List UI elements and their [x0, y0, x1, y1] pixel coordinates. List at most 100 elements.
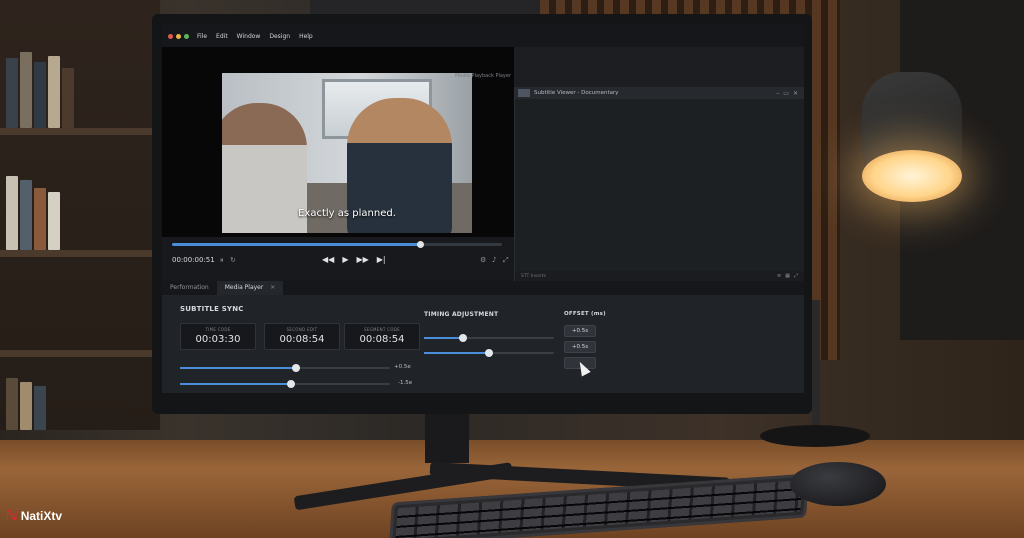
books-row [6, 372, 106, 430]
current-time: 00:00:00:51 [172, 256, 215, 264]
slider-handle[interactable] [485, 349, 493, 357]
subtitle-overlay: Exactly as planned. [298, 208, 396, 219]
mouse [790, 462, 886, 506]
subtitle-sync-title: SUBTITLE SYNC [180, 305, 244, 313]
volume-icon[interactable]: ♪ [492, 256, 496, 264]
sync-slider[interactable] [180, 364, 390, 372]
grid-icon[interactable]: ▦ [785, 273, 790, 279]
timing-slider[interactable] [424, 349, 554, 357]
tab-label: Performation [170, 284, 209, 291]
timecode-box[interactable]: SEGMENT CODE 00:08:54 [344, 323, 420, 350]
timing-slider[interactable] [424, 334, 554, 342]
offset-button[interactable]: +0.5s [564, 341, 596, 353]
tab-media-player[interactable]: Media Player ✕ [216, 281, 284, 295]
pause-icon[interactable]: ⏸ [220, 256, 224, 265]
timecode-box[interactable]: SECOND EDIT 00:08:54 [264, 323, 340, 350]
book [34, 188, 46, 250]
slider-value: +0.5e [394, 364, 411, 370]
timecode-box[interactable]: TIME CODE 00:03:30 [180, 323, 256, 350]
lamp-arm [812, 300, 820, 430]
settings-icon[interactable]: ⚙ [480, 256, 486, 264]
book [34, 62, 46, 128]
subtitle-viewer-footer: STT Inserts ≡ ▦ ⤢ [515, 271, 804, 281]
next-button[interactable]: ▶▶ [356, 255, 368, 264]
minimize-window-button[interactable] [176, 33, 181, 39]
menu-window[interactable]: Window [237, 33, 261, 40]
book [6, 176, 18, 250]
panel-close-icon[interactable]: ✕ [793, 90, 798, 97]
tab-bar: Performation Media Player ✕ [162, 281, 804, 295]
book [20, 382, 32, 430]
slider-fill [180, 383, 292, 385]
brand-name: NatiXtv [20, 509, 63, 523]
tab-close-icon[interactable]: ✕ [270, 284, 275, 291]
menu-design[interactable]: Design [269, 33, 290, 40]
seek-progress [172, 243, 420, 246]
thumbnail-icon [518, 89, 530, 97]
timing-adjustment-title: TIMING ADJUSTMENT [424, 311, 499, 318]
window-controls [168, 33, 189, 39]
slider-value: -1.5e [398, 380, 413, 386]
bookshelf [0, 0, 160, 430]
sync-panel: SUBTITLE SYNC TIME CODE 00:03:30 SECOND … [162, 295, 804, 393]
book [6, 58, 18, 128]
slider-handle[interactable] [459, 334, 467, 342]
seek-handle[interactable] [416, 241, 424, 248]
timecode-label: SECOND EDIT [286, 327, 318, 332]
book [20, 52, 32, 128]
panel-controls: – ▭ ✕ [776, 90, 798, 97]
footer-label: STT Inserts [521, 273, 546, 279]
shelf-board [0, 250, 160, 257]
books-row [6, 50, 106, 128]
transport-controls: ◀◀ ▶ ▶▶ ▶| [322, 255, 386, 264]
subtitle-viewer-title: Subtitle Viewer - Documentary [534, 90, 619, 96]
slider-handle[interactable] [291, 364, 300, 372]
play-button[interactable]: ▶ [342, 255, 348, 264]
brand-mark-icon: ℕ [6, 508, 18, 524]
fullscreen-icon[interactable]: ⤢ [503, 256, 509, 265]
shelf-board [0, 350, 160, 357]
books-row [6, 172, 106, 250]
book [34, 386, 46, 430]
slider-handle[interactable] [287, 380, 296, 388]
menu-edit[interactable]: Edit [216, 33, 228, 40]
timecode-label: SEGMENT CODE [363, 327, 400, 332]
skip-end-button[interactable]: ▶| [377, 255, 386, 264]
book [48, 192, 60, 250]
expand-icon[interactable]: ⤢ [794, 273, 798, 279]
book [62, 68, 74, 128]
window-title: Media Playback Player [454, 73, 512, 79]
timecode-value: 00:08:54 [359, 334, 405, 345]
tab-performation[interactable]: Performation [162, 281, 217, 295]
slider-fill [424, 352, 489, 354]
book [20, 180, 32, 250]
seek-bar[interactable] [172, 241, 502, 248]
offset-button[interactable]: +0.5s [564, 325, 596, 337]
monitor-screen: File Edit Window Design Help Exactly as … [162, 25, 804, 393]
list-icon[interactable]: ≡ [777, 273, 781, 279]
panel-minimize-icon[interactable]: – [776, 90, 779, 97]
lamp-base [760, 425, 870, 447]
player-controls: 00:00:00:51 ⏸ ↻ ◀◀ ▶ ▶▶ ▶| ⚙ ♪ ⤢ [162, 237, 514, 281]
book [6, 378, 18, 430]
refresh-icon[interactable]: ↻ [230, 256, 236, 264]
slider-fill [424, 337, 463, 339]
menu-help[interactable]: Help [299, 33, 313, 40]
lamp-light [862, 150, 962, 202]
timecode-label: TIME CODE [205, 327, 231, 332]
book [48, 56, 60, 128]
sync-slider[interactable] [180, 380, 390, 388]
tab-label: Media Player [224, 284, 264, 291]
footer-icons: ≡ ▦ ⤢ [777, 273, 798, 279]
subtitle-viewer-panel: Subtitle Viewer - Documentary – ▭ ✕ STT … [514, 87, 804, 281]
offset-title: OFFSET (ms) [564, 311, 606, 317]
slider-fill [180, 367, 296, 369]
close-window-button[interactable] [168, 33, 173, 39]
previous-button[interactable]: ◀◀ [322, 255, 334, 264]
shelf-board [0, 128, 160, 135]
menu-file[interactable]: File [197, 33, 207, 40]
maximize-window-button[interactable] [184, 33, 189, 39]
timecode-value: 00:03:30 [195, 334, 241, 345]
menu-bar: File Edit Window Design Help [162, 25, 804, 47]
panel-restore-icon[interactable]: ▭ [783, 90, 789, 97]
